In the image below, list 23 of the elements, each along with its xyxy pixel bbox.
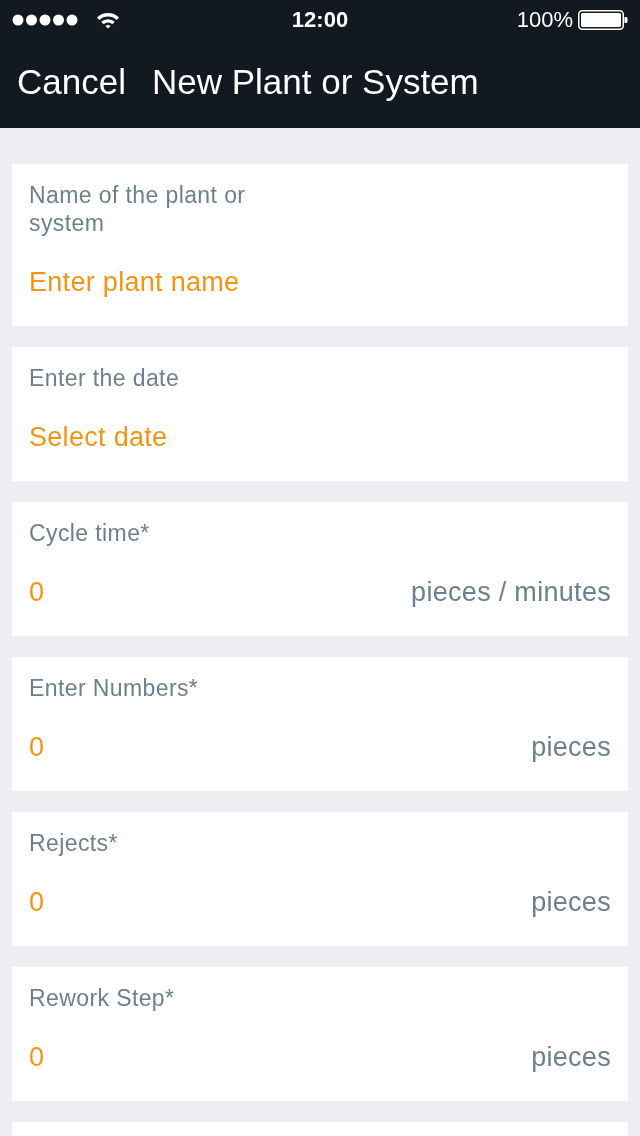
number-input-field[interactable]: 0 xyxy=(29,886,532,918)
unit-label: pieces / minutes xyxy=(411,576,611,608)
unit-label: pieces xyxy=(531,731,611,763)
cancel-button[interactable]: Cancel xyxy=(17,62,126,102)
text-input-field[interactable]: Enter plant name xyxy=(29,266,611,298)
field-label: Name of the plant or system xyxy=(29,181,247,237)
status-time: 12:00 xyxy=(291,7,349,33)
battery-icon xyxy=(578,10,628,30)
number-input-field[interactable]: 0 xyxy=(29,731,532,763)
field-label: Enter Numbers* xyxy=(29,674,200,702)
screen-title: New Plant or System xyxy=(151,62,479,102)
field-label: Cycle time* xyxy=(29,519,151,547)
date-picker-button[interactable]: Select date xyxy=(29,421,168,453)
field-label: Enter the date xyxy=(29,364,181,392)
wifi-icon xyxy=(96,11,120,29)
field-label: Rework Step* xyxy=(29,984,176,1012)
number-input-field[interactable]: 0 xyxy=(29,1041,532,1073)
unit-label: pieces xyxy=(531,1041,611,1073)
battery-percentage: 100% xyxy=(516,7,573,33)
unit-label: pieces xyxy=(531,886,611,918)
signal-strength-icon xyxy=(12,14,78,26)
field-label: Rejects* xyxy=(29,829,119,857)
number-input-field[interactable]: 0 xyxy=(29,576,412,608)
